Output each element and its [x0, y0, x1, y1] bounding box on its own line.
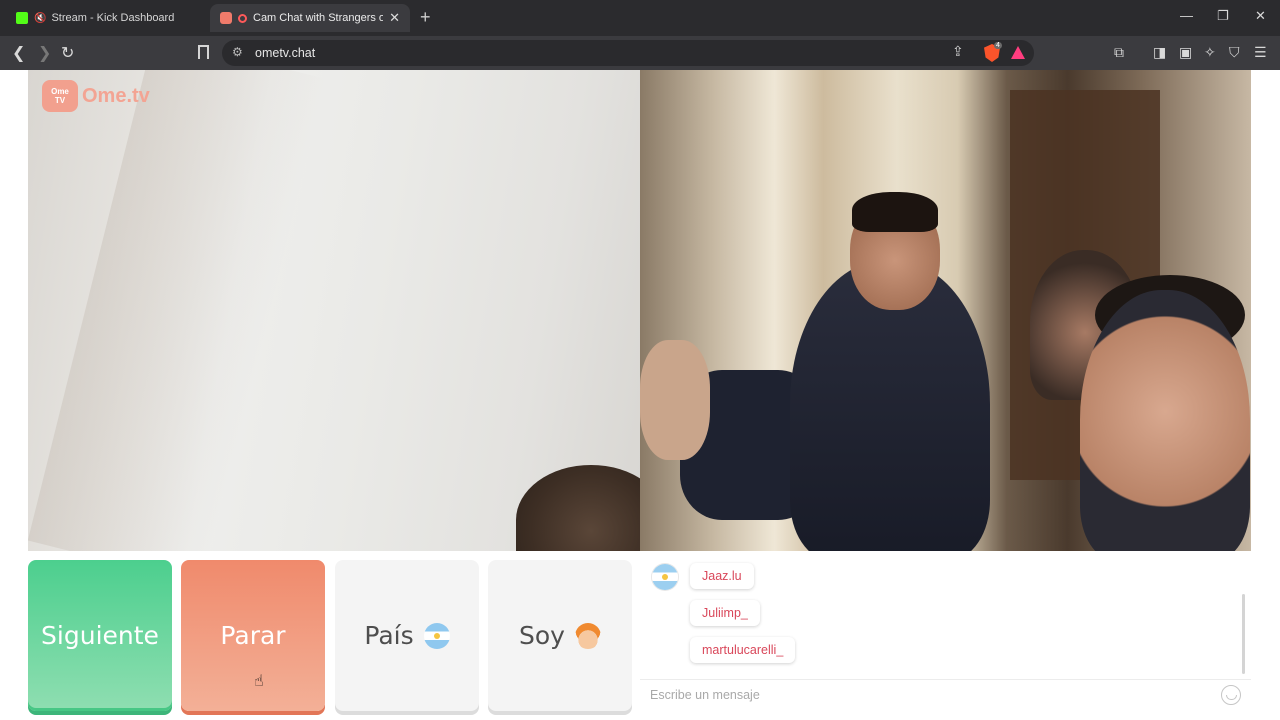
maximize-icon[interactable]: ❐	[1217, 8, 1229, 24]
stop-button[interactable]: Parar	[181, 560, 325, 711]
remote-video-feed	[640, 70, 1251, 551]
leo-ai-icon[interactable]: ✧	[1204, 44, 1216, 61]
argentina-flag-icon	[423, 622, 450, 649]
mouse-pointer-icon: ☝	[254, 673, 264, 690]
close-window-icon[interactable]: ✕	[1255, 8, 1266, 24]
partial-head-image	[516, 465, 640, 551]
emoji-icon[interactable]	[1221, 685, 1241, 705]
logo-text: Ome.tv	[82, 84, 150, 107]
address-bar[interactable]: ⚙ ometv.chat ⇪ 4	[222, 40, 1034, 66]
brave-rewards-icon[interactable]	[1011, 46, 1025, 59]
chat-panel: Jaaz.lu Juliimp_ martulucarelli_	[640, 551, 1251, 720]
tab-title: Stream - Kick Dashboard	[51, 12, 175, 24]
gender-button-label: Soy	[519, 621, 565, 650]
browser-toolbar: ❮ ❯ ↻ ⚙ ometv.chat ⇪ 4 ⧉ ◨ ▣ ✧ ⛉ ☰	[0, 36, 1280, 70]
chat-message: Juliimp_	[690, 600, 760, 626]
shields-count-badge: 4	[994, 42, 1002, 49]
country-button-label: País	[364, 621, 414, 650]
chat-message: martulucarelli_	[690, 637, 796, 663]
recording-icon	[238, 13, 247, 23]
chat-scrollbar[interactable]	[1242, 594, 1245, 674]
url-text[interactable]: ometv.chat	[255, 46, 315, 60]
logo-badge: Ome TV	[42, 80, 78, 112]
next-button-label: Siguiente	[41, 621, 159, 650]
kick-favicon-icon	[16, 12, 28, 24]
muted-speaker-icon[interactable]: 🔇	[34, 13, 46, 24]
share-icon[interactable]: ⇪	[952, 43, 964, 60]
sidebar-icon[interactable]: ◨	[1153, 44, 1166, 61]
tab-ometv[interactable]: Cam Chat with Strangers on O ✕	[210, 4, 410, 32]
vpn-icon[interactable]: ⛉	[1229, 44, 1240, 61]
chat-divider	[640, 679, 1251, 680]
ometv-logo[interactable]: Ome TV Ome.tv	[42, 80, 150, 112]
wallet-icon[interactable]: ▣	[1179, 44, 1192, 61]
tab-kick-dashboard[interactable]: 🔇 Stream - Kick Dashboard	[6, 4, 206, 32]
boy-icon	[574, 622, 601, 649]
next-button[interactable]: Siguiente	[28, 560, 172, 711]
forward-icon[interactable]: ❯	[38, 43, 51, 63]
chat-message: Jaaz.lu	[690, 563, 754, 589]
ometv-favicon-icon	[220, 12, 232, 24]
local-video-feed	[28, 70, 640, 551]
tab-title: Cam Chat with Strangers on O	[253, 12, 384, 24]
browser-tab-strip: 🔇 Stream - Kick Dashboard Cam Chat with …	[0, 0, 1280, 36]
reader-mode-icon[interactable]: ⧉	[1114, 44, 1124, 61]
chat-message-input[interactable]	[650, 684, 1210, 706]
new-tab-icon[interactable]: +	[420, 7, 431, 28]
minimize-icon[interactable]: —	[1180, 8, 1193, 23]
bookmark-icon[interactable]	[198, 45, 209, 59]
menu-icon[interactable]: ☰	[1254, 44, 1267, 61]
stop-button-label: Parar	[220, 621, 286, 650]
close-tab-icon[interactable]: ✕	[389, 10, 400, 26]
country-button[interactable]: País	[335, 560, 479, 711]
site-settings-icon[interactable]: ⚙	[232, 45, 243, 59]
reload-icon[interactable]: ↻	[61, 43, 74, 63]
argentina-flag-avatar-icon	[652, 564, 678, 590]
back-icon[interactable]: ❮	[12, 43, 25, 63]
ometv-page: Ome TV Ome.tv Siguiente Parar País Soy ☝…	[0, 70, 1280, 720]
gender-button[interactable]: Soy	[488, 560, 632, 711]
